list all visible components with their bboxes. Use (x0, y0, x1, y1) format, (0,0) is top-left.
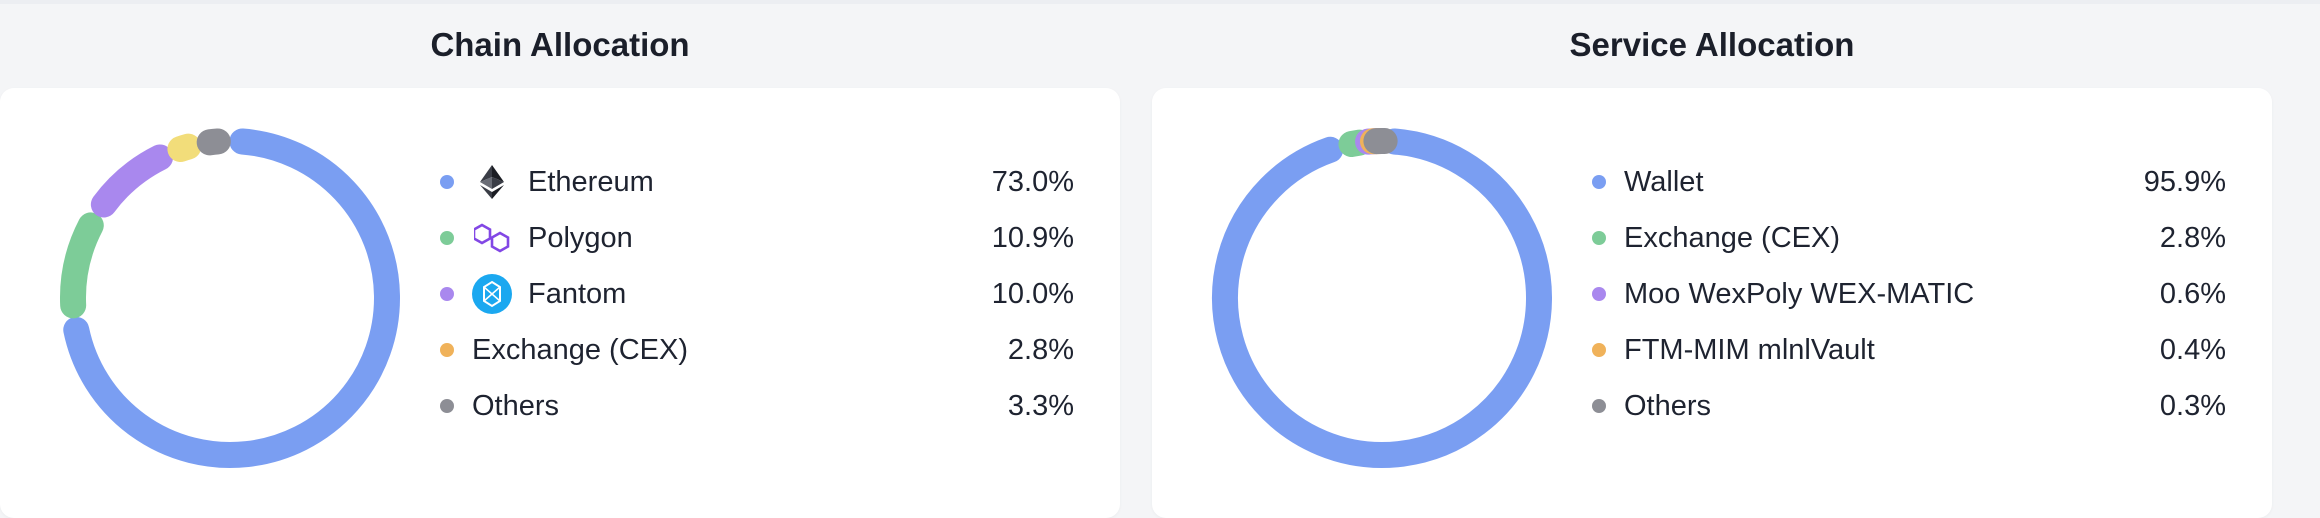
legend-dot (440, 343, 454, 357)
chain-legend: Ethereum 73.0% Polygon 10.9% (430, 154, 1074, 434)
chain-legend-item-ethereum[interactable]: Ethereum 73.0% (430, 154, 1074, 210)
legend-dot (1592, 175, 1606, 189)
ethereum-icon (472, 162, 512, 202)
legend-value: 0.4% (2160, 334, 2226, 367)
chain-slice-fantom[interactable] (104, 157, 160, 204)
service-legend-item-others[interactable]: Others 0.3% (1582, 378, 2226, 434)
chain-slice-polygon[interactable] (73, 225, 91, 305)
legend-value: 0.6% (2160, 278, 2226, 311)
fantom-icon (472, 274, 512, 314)
legend-dot (440, 287, 454, 301)
legend-label: FTM-MIM mlnlVault (1624, 334, 1875, 367)
service-allocation-section: Service Allocation Wallet 95.9% Exchange… (1152, 0, 2272, 492)
service-legend: Wallet 95.9% Exchange (CEX) 2.8% Moo Wex… (1582, 154, 2226, 434)
legend-dot (440, 399, 454, 413)
chain-donut-chart (50, 118, 410, 478)
legend-label: Polygon (528, 222, 633, 255)
polygon-icon (472, 218, 512, 258)
chain-allocation-card: Ethereum 73.0% Polygon 10.9% (0, 88, 1120, 518)
chain-slice-others[interactable] (210, 141, 218, 142)
legend-label: Ethereum (528, 166, 654, 199)
legend-value: 3.3% (1008, 390, 1074, 423)
legend-value: 73.0% (992, 166, 1074, 199)
service-allocation-title: Service Allocation (1152, 26, 2272, 64)
chain-legend-item-others[interactable]: Others 3.3% (430, 378, 1074, 434)
legend-value: 10.9% (992, 222, 1074, 255)
legend-value: 0.3% (2160, 390, 2226, 423)
legend-value: 95.9% (2144, 166, 2226, 199)
service-legend-item-moo-wexpoly[interactable]: Moo WexPoly WEX-MATIC 0.6% (1582, 266, 2226, 322)
legend-label: Wallet (1624, 166, 1704, 199)
chain-allocation-title: Chain Allocation (0, 26, 1120, 64)
service-legend-item-exchange-cex[interactable]: Exchange (CEX) 2.8% (1582, 210, 2226, 266)
legend-value: 2.8% (1008, 334, 1074, 367)
legend-dot (1592, 231, 1606, 245)
legend-label: Exchange (CEX) (472, 334, 688, 367)
chain-allocation-section: Chain Allocation Ethereum 73.0% (0, 0, 1120, 492)
service-legend-item-wallet[interactable]: Wallet 95.9% (1582, 154, 2226, 210)
legend-dot (440, 231, 454, 245)
service-allocation-card: Wallet 95.9% Exchange (CEX) 2.8% Moo Wex… (1152, 88, 2272, 518)
legend-label: Fantom (528, 278, 626, 311)
legend-label: Others (472, 390, 559, 423)
legend-dot (440, 175, 454, 189)
legend-label: Exchange (CEX) (1624, 222, 1840, 255)
legend-value: 10.0% (992, 278, 1074, 311)
service-donut-chart (1202, 118, 1562, 478)
legend-dot (1592, 287, 1606, 301)
legend-value: 2.8% (2160, 222, 2226, 255)
chain-legend-item-fantom[interactable]: Fantom 10.0% (430, 266, 1074, 322)
legend-label: Others (1624, 390, 1711, 423)
legend-dot (1592, 343, 1606, 357)
legend-dot (1592, 399, 1606, 413)
legend-label: Moo WexPoly WEX-MATIC (1624, 278, 1974, 311)
chain-legend-item-exchange-cex[interactable]: Exchange (CEX) 2.8% (430, 322, 1074, 378)
service-slice-wallet[interactable] (1225, 141, 1539, 455)
chain-legend-item-polygon[interactable]: Polygon 10.9% (430, 210, 1074, 266)
chain-slice-exchange-cex[interactable] (180, 147, 188, 149)
service-legend-item-ftm-mim[interactable]: FTM-MIM mlnlVault 0.4% (1582, 322, 2226, 378)
